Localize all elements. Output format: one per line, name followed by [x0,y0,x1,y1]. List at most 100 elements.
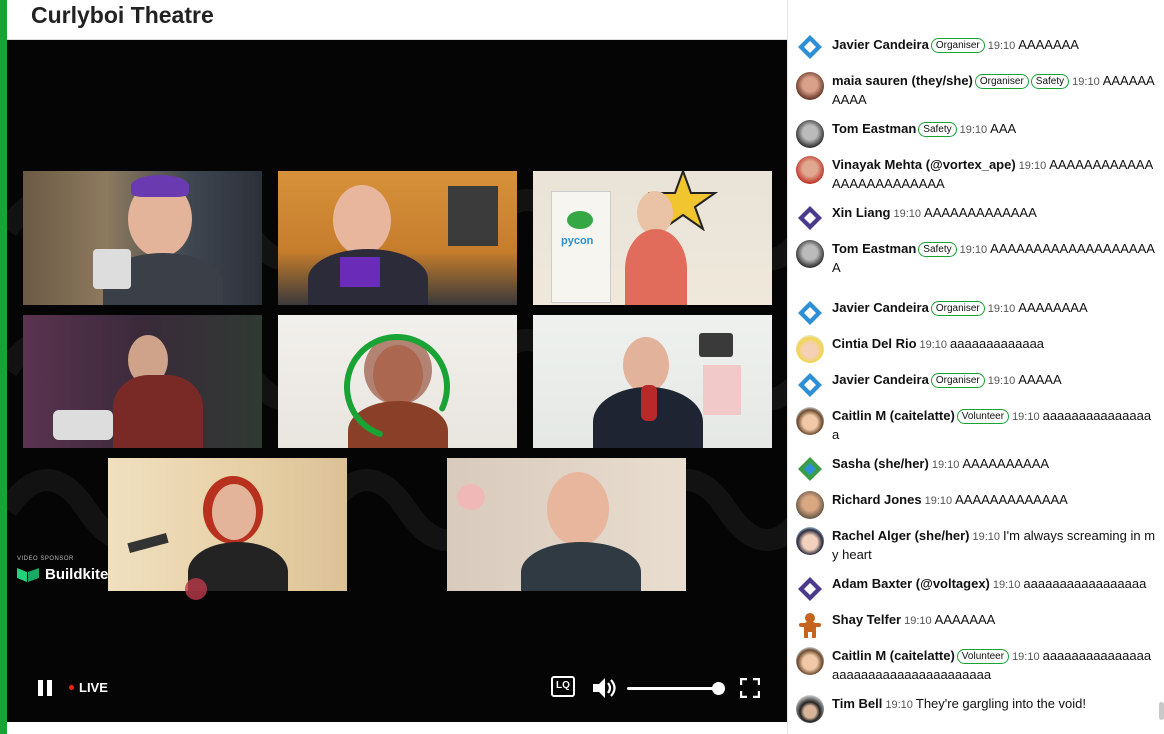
chat-username[interactable]: maia sauren (they/she) [832,73,973,88]
volume-slider-handle[interactable] [712,682,725,695]
video-player[interactable]: pycon VIDEO SPONSOR Buildkite LIVE LQ [7,40,787,722]
chat-timestamp: 19:10 [1012,651,1040,663]
chat-timestamp: 19:10 [972,531,1001,543]
avatar[interactable] [796,455,824,483]
video-tile-8 [447,458,686,591]
role-badge: Safety [918,242,957,257]
chat-timestamp: 19:10 [959,244,988,256]
avatar[interactable] [796,335,824,363]
chat-message-text: AAAAAAAAAA [962,456,1050,471]
chat-username[interactable]: Richard Jones [832,492,922,507]
avatar[interactable] [796,371,824,399]
chat-username[interactable]: Shay Telfer [832,612,901,627]
avatar[interactable] [796,611,824,639]
chat-scrollbar[interactable] [1159,702,1164,720]
chat-timestamp: 19:10 [987,40,1016,52]
chat-username[interactable]: Tim Bell [832,696,882,711]
buildkite-logo-icon [17,567,39,582]
chat-username[interactable]: Tom Eastman [832,241,916,256]
chat-message-text: AAAAA [1018,372,1062,387]
chat-message-text: aaaaaaaaaaaaaaaaa [1023,576,1147,591]
chat-message-text: They're gargling into the void! [915,696,1087,711]
pause-button[interactable] [35,678,55,698]
chat-username[interactable]: Rachel Alger (she/her) [832,528,970,543]
loading-spinner [344,334,450,440]
chat-username[interactable]: Vinayak Mehta (@vortex_ape) [832,157,1016,172]
chat-message-text: AAA [990,121,1017,136]
video-sponsor: VIDEO SPONSOR Buildkite [17,556,108,583]
chat-username[interactable]: Caitlin M (caitelatte) [832,408,955,423]
chat-timestamp: 19:10 [987,303,1016,315]
quality-toggle-button[interactable]: LQ [551,676,575,697]
chat-username[interactable]: Cintia Del Rio [832,336,917,351]
role-badge: Organiser [930,301,985,316]
chat-username[interactable]: Javier Candeira [832,37,929,52]
avatar[interactable] [796,72,824,100]
chat-message-text: AAAAAAAAAAAAA [955,492,1068,507]
chat-timestamp: 19:10 [992,579,1021,591]
chat-panel: Javier Candeira Organiser 19:10 AAAAAAA maia… [787,0,1164,734]
stage-header: Curlyboi Theatre [7,0,787,40]
live-indicator: LIVE [69,680,108,695]
video-tile-6 [533,315,772,448]
chat-username[interactable]: Sasha (she/her) [832,456,929,471]
chat-username[interactable]: Javier Candeira [832,300,929,315]
avatar[interactable] [796,120,824,148]
chat-username[interactable]: Adam Baxter (@voltagex) [832,576,990,591]
sponsor-name: Buildkite [45,566,109,583]
chat-timestamp: 19:10 [1018,160,1047,172]
video-tile-3: pycon [533,171,772,305]
chat-message-text: AAAAAAAA [1018,300,1088,315]
heart-reaction [185,578,207,600]
left-accent-bar [0,0,7,734]
avatar[interactable] [796,299,824,327]
page-title: Curlyboi Theatre [31,2,214,28]
role-badge: Volunteer [956,649,1010,664]
sponsor-label: VIDEO SPONSOR [17,556,74,562]
chat-timestamp: 19:10 [924,495,953,507]
video-tile-4 [23,315,262,448]
chat-username[interactable]: Tom Eastman [832,121,916,136]
role-badge: Organiser [930,373,985,388]
video-tile-2 [278,171,517,305]
role-badge: Safety [1030,74,1070,89]
chat-timestamp: 19:10 [904,615,932,627]
avatar[interactable] [796,491,824,519]
chat-username[interactable]: Javier Candeira [832,372,929,387]
volume-slider[interactable] [627,682,725,695]
avatar[interactable] [796,575,824,603]
role-badge: Organiser [974,74,1029,89]
role-badge: Safety [918,122,957,137]
avatar[interactable] [796,204,824,232]
live-dot-icon [69,685,74,690]
avatar[interactable] [796,156,824,184]
fullscreen-icon[interactable] [740,678,760,698]
player-controls: LIVE LQ [7,662,787,722]
avatar[interactable] [796,647,824,675]
avatar[interactable] [796,695,824,723]
chat-username[interactable]: Caitlin M (caitelatte) [832,648,955,663]
chat-timestamp: 19:10 [959,124,988,136]
chat-username[interactable]: Xin Liang [832,205,891,220]
chat-timestamp: 19:10 [987,375,1016,387]
chat-message-text: AAAAAAA [934,612,996,627]
chat-timestamp: 19:10 [1012,411,1040,423]
avatar[interactable] [796,407,824,435]
volume-icon[interactable] [591,676,617,700]
chat-timestamp: 19:10 [931,459,960,471]
video-tile-7 [108,458,347,591]
chat-message-text: aaaaaaaaaaaaa [950,336,1045,351]
avatar[interactable] [796,527,824,555]
chat-timestamp: 19:10 [919,339,948,351]
avatar[interactable] [796,240,824,268]
avatar[interactable] [796,33,824,61]
chat-message-text: AAAAAAA [1018,37,1079,52]
role-badge: Volunteer [956,409,1010,424]
chat-timestamp: 19:10 [893,208,922,220]
chat-timestamp: 19:10 [1072,76,1100,88]
chat-timestamp: 19:10 [885,699,913,711]
role-badge: Organiser [930,38,985,53]
video-tile-1 [23,171,262,305]
chat-message-text: AAAAAAAAAAAAA [924,205,1037,220]
video-bottom-strip [7,722,787,734]
